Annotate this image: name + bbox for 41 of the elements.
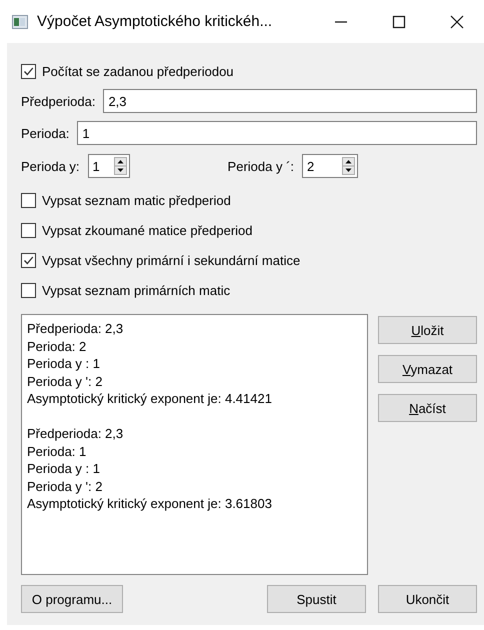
- close-icon[interactable]: [450, 14, 464, 28]
- checkbox[interactable]: [21, 222, 36, 238]
- checkbox[interactable]: [21, 64, 36, 78]
- checkbox[interactable]: [21, 252, 36, 268]
- spin-box[interactable]: 1: [88, 154, 130, 178]
- spin-arrows-icon[interactable]: [114, 157, 127, 175]
- output-line: Perioda y ': 2: [27, 374, 102, 388]
- output-line: Asymptotický kritický exponent je: 3.61803: [27, 496, 272, 511]
- output-line: Perioda y : 1: [27, 461, 100, 476]
- field-label: Perioda:: [21, 126, 70, 140]
- output-line: Perioda y : 1: [27, 356, 100, 371]
- window-title: Výpočet Asymptotického kritickéh...: [37, 13, 274, 30]
- app-icon: [12, 14, 28, 28]
- output-text-area[interactable]: Předperioda: 2,3 Perioda: 2 Perioda y : 1 Perioda y ': 2 Asymptotický kritický exponent je: 4.41421 Předperioda: 2,3 Perioda: 1 Perioda y : 1 Perioda y ': 2 Asymptotický kritický exponent je: 3.61803: [21, 314, 368, 575]
- action-button[interactable]: Vymazat: [378, 355, 477, 383]
- output-line: Perioda y ': 2: [27, 478, 102, 494]
- output-line: Předperioda: 2,3: [27, 426, 124, 441]
- maximize-icon[interactable]: [392, 14, 406, 28]
- action-button[interactable]: Uložit: [378, 316, 477, 344]
- checkbox-label: Vypsat seznam matic předperiod: [42, 192, 231, 208]
- about-button[interactable]: O programu...: [21, 585, 123, 613]
- quit-button[interactable]: Ukončit: [378, 585, 477, 613]
- checkbox-label: Vypsat seznam primárních matic: [42, 282, 230, 298]
- checkbox-label: Počítat se zadanou předperiodou: [42, 64, 234, 78]
- spinner-label: Perioda y:: [21, 158, 80, 174]
- output-line: Perioda: 1: [27, 444, 86, 458]
- checkbox-label: Vypsat všechny primární i sekundární matice: [42, 252, 300, 268]
- preperiod-field[interactable]: 2,3: [103, 89, 477, 113]
- output-line: Asymptotický kritický exponent je: 4.41421: [27, 391, 272, 406]
- spin-box[interactable]: 2: [302, 154, 358, 178]
- checkbox[interactable]: [21, 192, 36, 208]
- period-field[interactable]: 1: [77, 121, 477, 145]
- output-line: Perioda: 2: [27, 338, 86, 354]
- field-label: Předperioda:: [21, 94, 96, 108]
- spinner-label: Perioda y ´:: [228, 158, 294, 174]
- output-line: Předperioda: 2,3: [27, 321, 124, 336]
- checkbox[interactable]: [21, 282, 36, 298]
- spin-arrows-icon[interactable]: [342, 157, 356, 175]
- checkbox-label: Vypsat zkoumané matice předperiod: [42, 222, 253, 238]
- run-button[interactable]: Spustit: [267, 585, 366, 613]
- action-button[interactable]: Načíst: [378, 394, 477, 422]
